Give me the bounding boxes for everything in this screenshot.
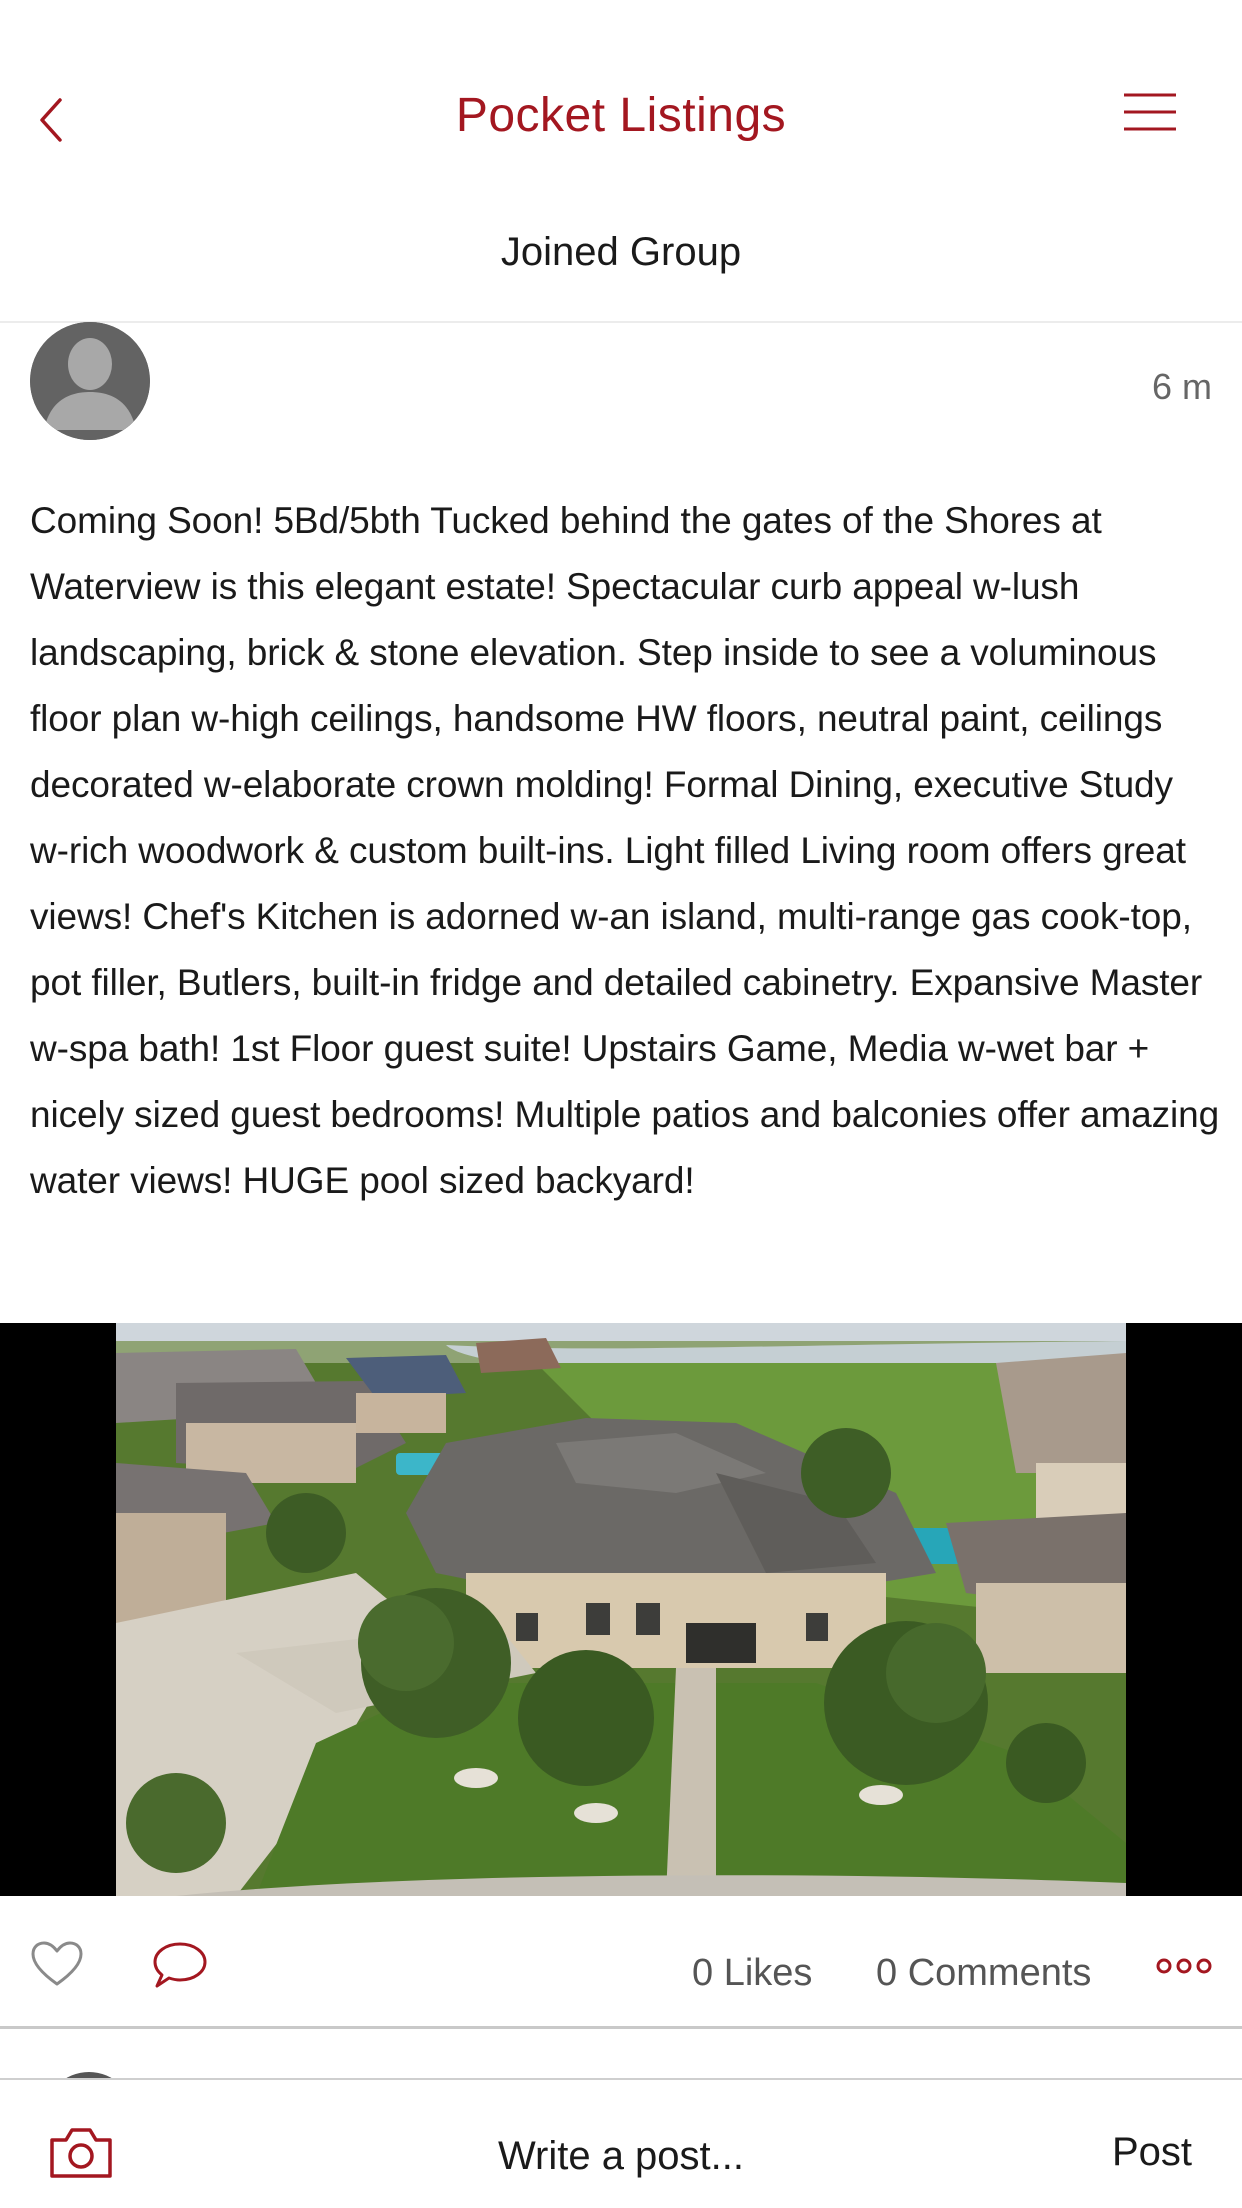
- post-divider: [0, 2026, 1242, 2029]
- post-photo[interactable]: [0, 1323, 1242, 1896]
- post-body-text: Coming Soon! 5Bd/5bth Tucked behind the …: [30, 500, 1220, 1201]
- page-title: Pocket Listings: [455, 89, 787, 142]
- more-options-button[interactable]: [1156, 1956, 1212, 1976]
- menu-button[interactable]: [1122, 92, 1178, 132]
- write-post-input[interactable]: Write a post...: [0, 2134, 1242, 2179]
- more-dots-icon: [1156, 1958, 1212, 1974]
- nav-bar: Pocket Listings: [0, 0, 1242, 190]
- group-status-label: Joined Group: [500, 230, 742, 274]
- post-composer: Write a post... Post: [0, 2078, 1242, 2208]
- likes-count[interactable]: 0 Likes: [692, 1952, 812, 1995]
- aerial-house-photo: [116, 1323, 1126, 1896]
- hamburger-menu-icon: [1124, 93, 1176, 131]
- comment-button[interactable]: [152, 1940, 208, 1990]
- like-button[interactable]: [30, 1940, 84, 1988]
- post-timestamp: 6 m: [1151, 366, 1212, 407]
- post-action-bar: 0 Likes 0 Comments: [0, 1896, 1242, 2028]
- heart-icon: [31, 1941, 83, 1986]
- speech-bubble-icon: [153, 1942, 207, 1988]
- post-button[interactable]: Post: [1112, 2130, 1192, 2175]
- comments-count[interactable]: 0 Comments: [876, 1952, 1091, 1995]
- default-user-avatar-icon: [30, 322, 150, 440]
- avatar[interactable]: [30, 322, 150, 440]
- header-divider: [0, 321, 1242, 323]
